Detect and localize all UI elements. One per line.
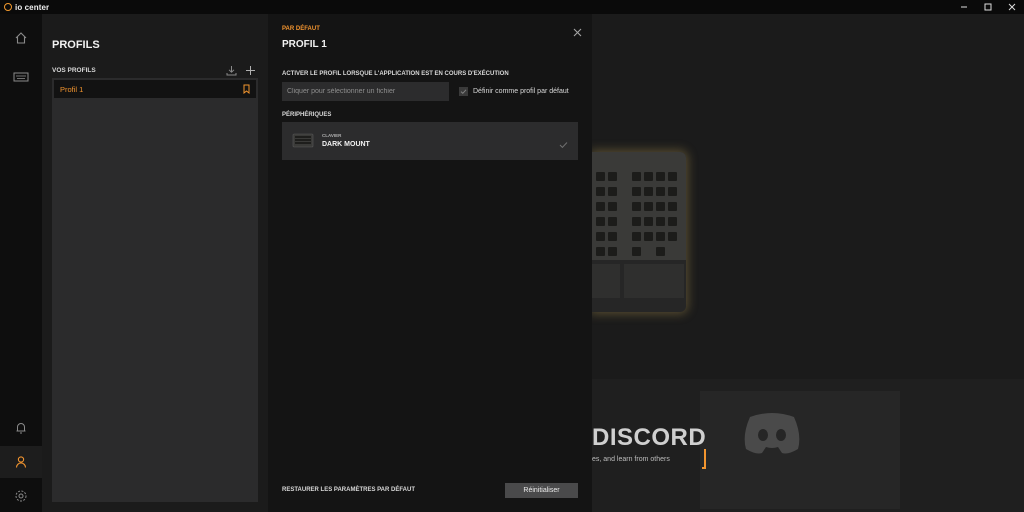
file-select-input[interactable] xyxy=(282,82,449,101)
device-card[interactable]: CLAVIER DARK MOUNT xyxy=(282,122,578,160)
profiles-panel: PROFILS VOS PROFILS Profil 1 xyxy=(42,14,268,512)
discord-banner-subtitle: es, and learn from others xyxy=(592,456,670,463)
maximize-icon[interactable] xyxy=(976,0,1000,14)
close-icon[interactable] xyxy=(1000,0,1024,14)
title-bar: io center xyxy=(0,0,1024,14)
close-panel-icon[interactable] xyxy=(573,24,582,42)
profiles-title: PROFILS xyxy=(52,39,100,51)
home-icon[interactable] xyxy=(0,22,42,54)
banner-accent xyxy=(702,449,706,469)
restore-defaults-label: RESTAURER LES PARAMÈTRES PAR DÉFAUT xyxy=(282,487,416,493)
profile-item-label: Profil 1 xyxy=(60,84,84,94)
nav-rail xyxy=(0,14,42,512)
device-name: DARK MOUNT xyxy=(322,141,370,148)
app-logo-icon xyxy=(4,3,12,11)
default-badge: PAR DÉFAUT xyxy=(282,26,320,32)
device-type: CLAVIER xyxy=(322,133,342,138)
discord-logo-icon xyxy=(742,409,802,462)
list-item-profile[interactable]: Profil 1 xyxy=(54,80,256,98)
keyboard-image xyxy=(592,152,686,312)
your-profiles-label: VOS PROFILS xyxy=(52,67,96,74)
activate-profile-label: ACTIVER LE PROFIL LORSQUE L'APPLICATION … xyxy=(282,71,509,77)
keyboard-thumbnail xyxy=(292,131,314,150)
user-icon[interactable] xyxy=(0,446,42,478)
gear-icon[interactable] xyxy=(0,480,42,512)
window-controls xyxy=(952,0,1024,14)
background-overlay: DISCORD es, and learn from others xyxy=(592,14,1024,512)
app-name: io center xyxy=(15,2,50,12)
reset-button[interactable]: Réinitialiser xyxy=(505,483,578,498)
profile-title: PROFIL 1 xyxy=(282,39,327,50)
checkbox[interactable] xyxy=(459,87,468,96)
profile-detail-panel: PAR DÉFAUT PROFIL 1 ACTIVER LE PROFIL LO… xyxy=(268,14,592,512)
app-brand: io center xyxy=(0,3,49,12)
profiles-list: Profil 1 xyxy=(52,78,258,502)
keyboard-icon[interactable] xyxy=(0,61,42,93)
bookmark-icon[interactable] xyxy=(243,84,250,96)
bell-icon[interactable] xyxy=(0,412,42,444)
minimize-icon[interactable] xyxy=(952,0,976,14)
discord-banner: DISCORD es, and learn from others xyxy=(592,379,1024,512)
default-profile-checkbox[interactable]: Définir comme profil par défaut xyxy=(459,87,569,96)
check-icon xyxy=(559,136,568,154)
default-checkbox-label: Définir comme profil par défaut xyxy=(473,88,569,95)
discord-banner-title: DISCORD xyxy=(592,424,707,451)
devices-label: PÉRIPHÉRIQUES xyxy=(282,112,332,118)
